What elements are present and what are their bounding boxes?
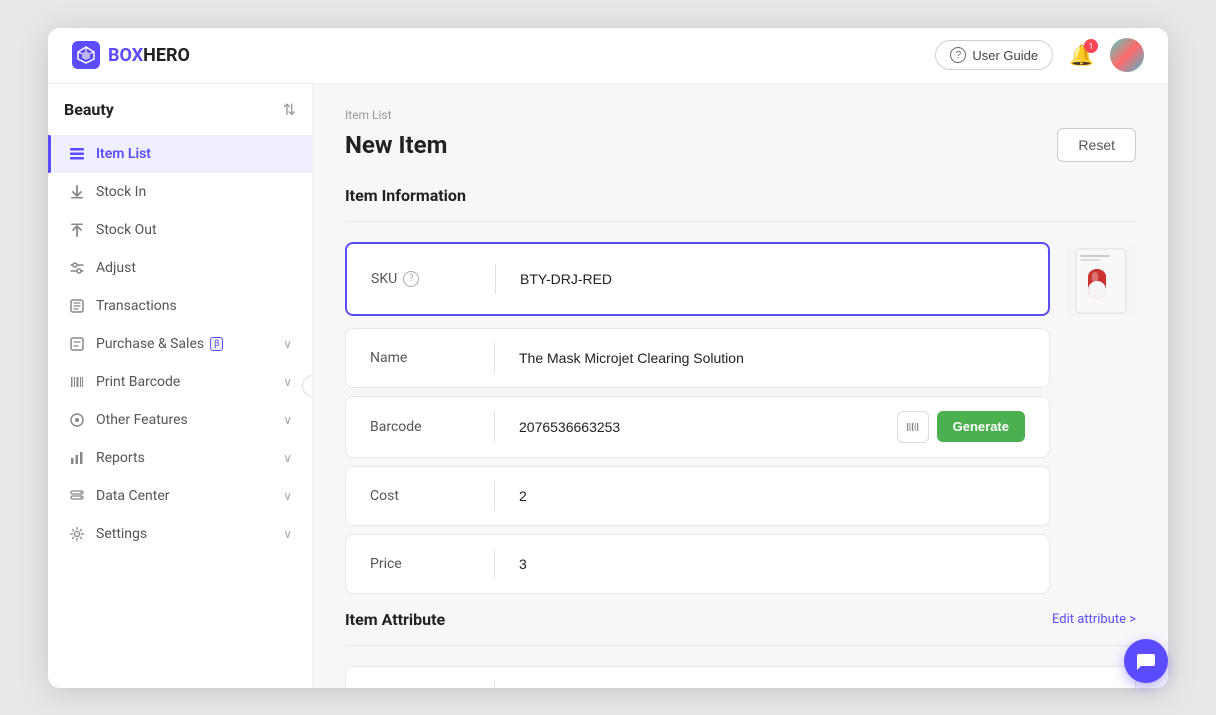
workspace-toggle-icon[interactable]: ⇅ [283, 100, 296, 119]
section-divider [345, 221, 1136, 222]
notification-button[interactable]: 🔔 1 [1069, 43, 1094, 67]
avatar[interactable] [1110, 38, 1144, 72]
logo: BOXHERO [72, 41, 190, 69]
sidebar-item-label: Purchase & Sales β [96, 336, 273, 352]
adjust-icon [68, 259, 86, 277]
field-divider [494, 681, 495, 688]
item-attribute-title: Item Attribute [345, 610, 445, 629]
user-guide-button[interactable]: ? User Guide [935, 40, 1053, 70]
sku-label: SKU ? [371, 271, 471, 287]
sidebar-item-other-features[interactable]: Other Features ∨ [48, 401, 312, 439]
cost-label: Cost [370, 488, 470, 504]
sku-help-icon[interactable]: ? [403, 271, 419, 287]
list-icon [68, 145, 86, 163]
sidebar-item-adjust[interactable]: Adjust [48, 249, 312, 287]
beta-badge: β [210, 337, 223, 351]
price-input[interactable] [519, 556, 1025, 572]
price-label: Price [370, 556, 470, 572]
field-divider [494, 343, 495, 373]
header-right: ? User Guide 🔔 1 [935, 38, 1144, 72]
data-icon [68, 487, 86, 505]
workspace-selector[interactable]: Beauty ⇅ [48, 100, 312, 135]
barcode-icon [68, 373, 86, 391]
main-layout: Beauty ⇅ Item List [48, 84, 1168, 688]
reset-button[interactable]: Reset [1057, 128, 1136, 162]
sidebar-item-label: Item List [96, 146, 292, 162]
sidebar-item-label: Settings [96, 526, 273, 542]
sidebar-item-label: Stock In [96, 184, 292, 200]
sidebar-item-label: Stock Out [96, 222, 292, 238]
item-attribute-header: Item Attribute Edit attribute > [345, 610, 1136, 629]
field-divider [495, 264, 496, 294]
product-image [1066, 246, 1136, 316]
breadcrumb: Item List [345, 108, 1136, 122]
chevron-down-icon: ∨ [283, 489, 292, 503]
chevron-down-icon: ∨ [283, 375, 292, 389]
section-divider [345, 645, 1136, 646]
sidebar-item-settings[interactable]: Settings ∨ [48, 515, 312, 553]
sidebar-item-label: Data Center [96, 488, 273, 504]
barcode-label: Barcode [370, 419, 470, 435]
sidebar-item-item-list[interactable]: Item List [48, 135, 312, 173]
page-title: New Item [345, 131, 447, 159]
main-content: Item List New Item Reset Item Informatio… [313, 84, 1168, 688]
notification-badge: 1 [1084, 39, 1098, 53]
name-input[interactable] [519, 350, 1025, 366]
sidebar-item-purchase-sales[interactable]: Purchase & Sales β ∨ [48, 325, 312, 363]
sidebar-item-stock-in[interactable]: Stock In [48, 173, 312, 211]
cost-field-container: Cost [345, 466, 1050, 526]
field-divider [494, 549, 495, 579]
field-divider [494, 412, 495, 442]
barcode-field-container: Barcode [345, 396, 1050, 458]
logo-text: BOXHERO [108, 45, 190, 66]
sidebar-item-label: Print Barcode [96, 374, 273, 390]
other-icon [68, 411, 86, 429]
purchase-icon [68, 335, 86, 353]
transactions-icon [68, 297, 86, 315]
sku-field-container: SKU ? [345, 242, 1050, 316]
generate-button[interactable]: Generate [937, 411, 1025, 442]
header: BOXHERO ? User Guide 🔔 1 [48, 28, 1168, 84]
question-circle-icon: ? [950, 47, 966, 63]
price-field-container: Price [345, 534, 1050, 594]
category-field-container: Category [345, 666, 1136, 688]
arrow-up-icon [68, 221, 86, 239]
sidebar: Beauty ⇅ Item List [48, 84, 313, 688]
edit-attribute-link[interactable]: Edit attribute > [1052, 612, 1136, 627]
name-label: Name [370, 350, 470, 366]
chevron-down-icon: ∨ [283, 527, 292, 541]
app-window: BOXHERO ? User Guide 🔔 1 Beauty ⇅ [48, 28, 1168, 688]
arrow-down-icon [68, 183, 86, 201]
sidebar-item-stock-out[interactable]: Stock Out [48, 211, 312, 249]
sidebar-item-transactions[interactable]: Transactions [48, 287, 312, 325]
settings-icon [68, 525, 86, 543]
chevron-down-icon: ∨ [283, 413, 292, 427]
sidebar-item-label: Other Features [96, 412, 273, 428]
page-header: New Item Reset [345, 128, 1136, 162]
chevron-down-icon: ∨ [283, 451, 292, 465]
sku-input[interactable] [520, 271, 1024, 287]
chat-button[interactable] [1124, 639, 1168, 683]
sidebar-item-label: Adjust [96, 260, 292, 276]
item-information-title: Item Information [345, 186, 1136, 205]
barcode-input[interactable] [519, 419, 889, 435]
reports-icon [68, 449, 86, 467]
workspace-name: Beauty [64, 100, 114, 119]
chevron-down-icon: ∨ [283, 337, 292, 351]
logo-icon [72, 41, 100, 69]
sidebar-item-data-center[interactable]: Data Center ∨ [48, 477, 312, 515]
barcode-scan-button[interactable] [897, 411, 929, 443]
sidebar-item-print-barcode[interactable]: Print Barcode ∨ [48, 363, 312, 401]
name-field-container: Name [345, 328, 1050, 388]
cost-input[interactable] [519, 488, 1025, 504]
sidebar-item-reports[interactable]: Reports ∨ [48, 439, 312, 477]
sidebar-item-label: Reports [96, 450, 273, 466]
field-divider [494, 481, 495, 511]
sidebar-item-label: Transactions [96, 298, 292, 314]
